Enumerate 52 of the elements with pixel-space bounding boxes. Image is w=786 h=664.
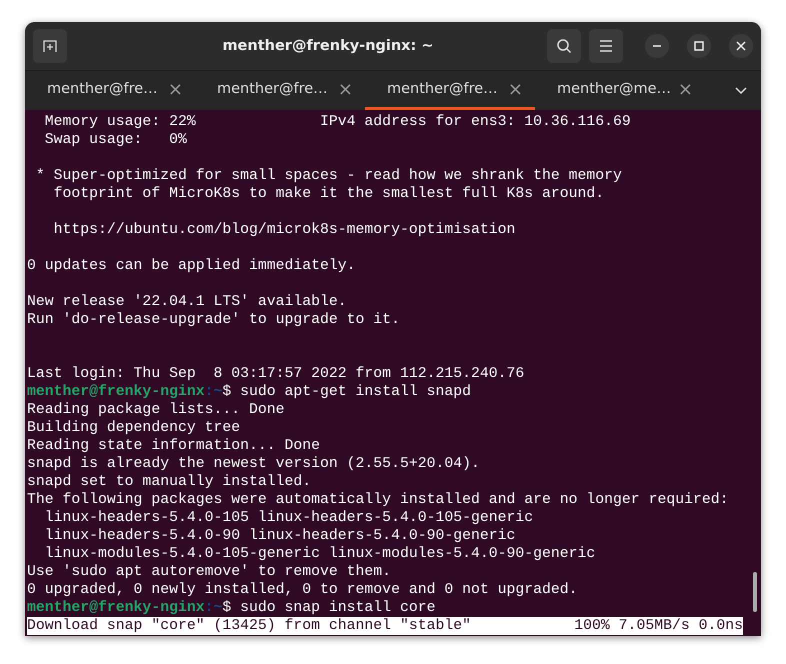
terminal-tab[interactable]: menther@fre… ×	[25, 71, 195, 110]
terminal-line: Swap usage: 0%	[44, 131, 188, 149]
maximize-button[interactable]	[687, 34, 711, 58]
terminal-line: Memory usage: 22% IPv4 address for ens3: 10.36.116.69	[44, 113, 632, 131]
close-icon	[736, 41, 746, 51]
minimize-icon	[652, 45, 662, 47]
window-title: menther@frenky-nginx: ~	[221, 38, 435, 54]
menu-button[interactable]	[589, 29, 623, 63]
terminal-line: The following packages were automatically installed and are no longer required:	[27, 491, 730, 509]
progress-rate: 100% 7.05MB/s 0.0ns	[574, 617, 743, 635]
menu-icon	[599, 40, 613, 52]
scrollbar-thumb[interactable]	[753, 572, 757, 612]
maximize-icon	[694, 41, 704, 51]
tab-close-button[interactable]: ×	[508, 78, 523, 100]
terminal-line: Last login: Thu Sep 8 03:17:57 2022 from 112.215.240.76	[27, 365, 526, 383]
terminal-line: linux-modules-5.4.0-105-generic linux-modules-5.4.0-90-generic	[44, 545, 596, 563]
chevron-down-icon	[735, 86, 747, 94]
search-button[interactable]	[547, 29, 581, 63]
terminal-command: $ sudo apt-get install snapd	[222, 384, 471, 400]
terminal-line: https://ubuntu.com/blog/microk8s-memory-optimisation	[52, 221, 516, 239]
progress-message: Download snap "core" (13425) from channel "stable"	[27, 617, 471, 635]
prompt-user: menther@frenky-nginx	[27, 384, 205, 400]
terminal-line: Run 'do-release-upgrade' to upgrade to it.	[27, 311, 401, 329]
terminal-line: New release '22.04.1 LTS' available.	[27, 293, 348, 311]
terminal-line: Reading state information... Done	[27, 437, 322, 455]
terminal-line: linux-headers-5.4.0-105 linux-headers-5.4.0-105-generic	[44, 509, 534, 527]
prompt-path: :~	[204, 600, 222, 616]
terminal-line: 0 upgraded, 0 newly installed, 0 to remove and 0 not upgraded.	[27, 581, 579, 599]
terminal-line: footprint of MicroK8s to make it the smallest full K8s around.	[52, 185, 606, 203]
terminal-line: linux-headers-5.4.0-90 linux-headers-5.4.0-90-generic	[44, 527, 516, 545]
tab-close-button[interactable]: ×	[338, 78, 353, 100]
terminal-line: Building dependency tree	[27, 419, 242, 437]
prompt-path: :~	[204, 384, 222, 400]
terminal-line: Use 'sudo apt autoremove' to remove them.	[27, 563, 392, 581]
new-tab-icon	[42, 38, 58, 54]
tab-list-button[interactable]	[735, 86, 747, 94]
terminal-tab[interactable]: menther@fre… ×	[195, 71, 365, 110]
terminal-line: snapd set to manually installed.	[27, 473, 312, 491]
terminal-tab[interactable]: menther@fre… ×	[365, 71, 535, 110]
terminal-line: Reading package lists... Done	[27, 401, 286, 419]
terminal-line: * Super-optimized for small spaces - read how we shrank the memory	[34, 167, 623, 185]
tab-close-button[interactable]: ×	[168, 78, 183, 100]
search-icon	[556, 38, 572, 54]
minimize-button[interactable]	[645, 34, 669, 58]
tab-close-button[interactable]: ×	[678, 78, 693, 100]
new-tab-button[interactable]	[33, 29, 67, 63]
terminal-command: $ sudo snap install core	[222, 600, 436, 616]
close-button[interactable]	[729, 34, 753, 58]
terminal-tab[interactable]: menther@me… ×	[535, 71, 705, 110]
terminal-line: snapd is already the newest version (2.55.5+20.04).	[27, 455, 481, 473]
prompt-user: menther@frenky-nginx	[27, 600, 205, 616]
terminal-line: 0 updates can be applied immediately.	[27, 257, 357, 275]
